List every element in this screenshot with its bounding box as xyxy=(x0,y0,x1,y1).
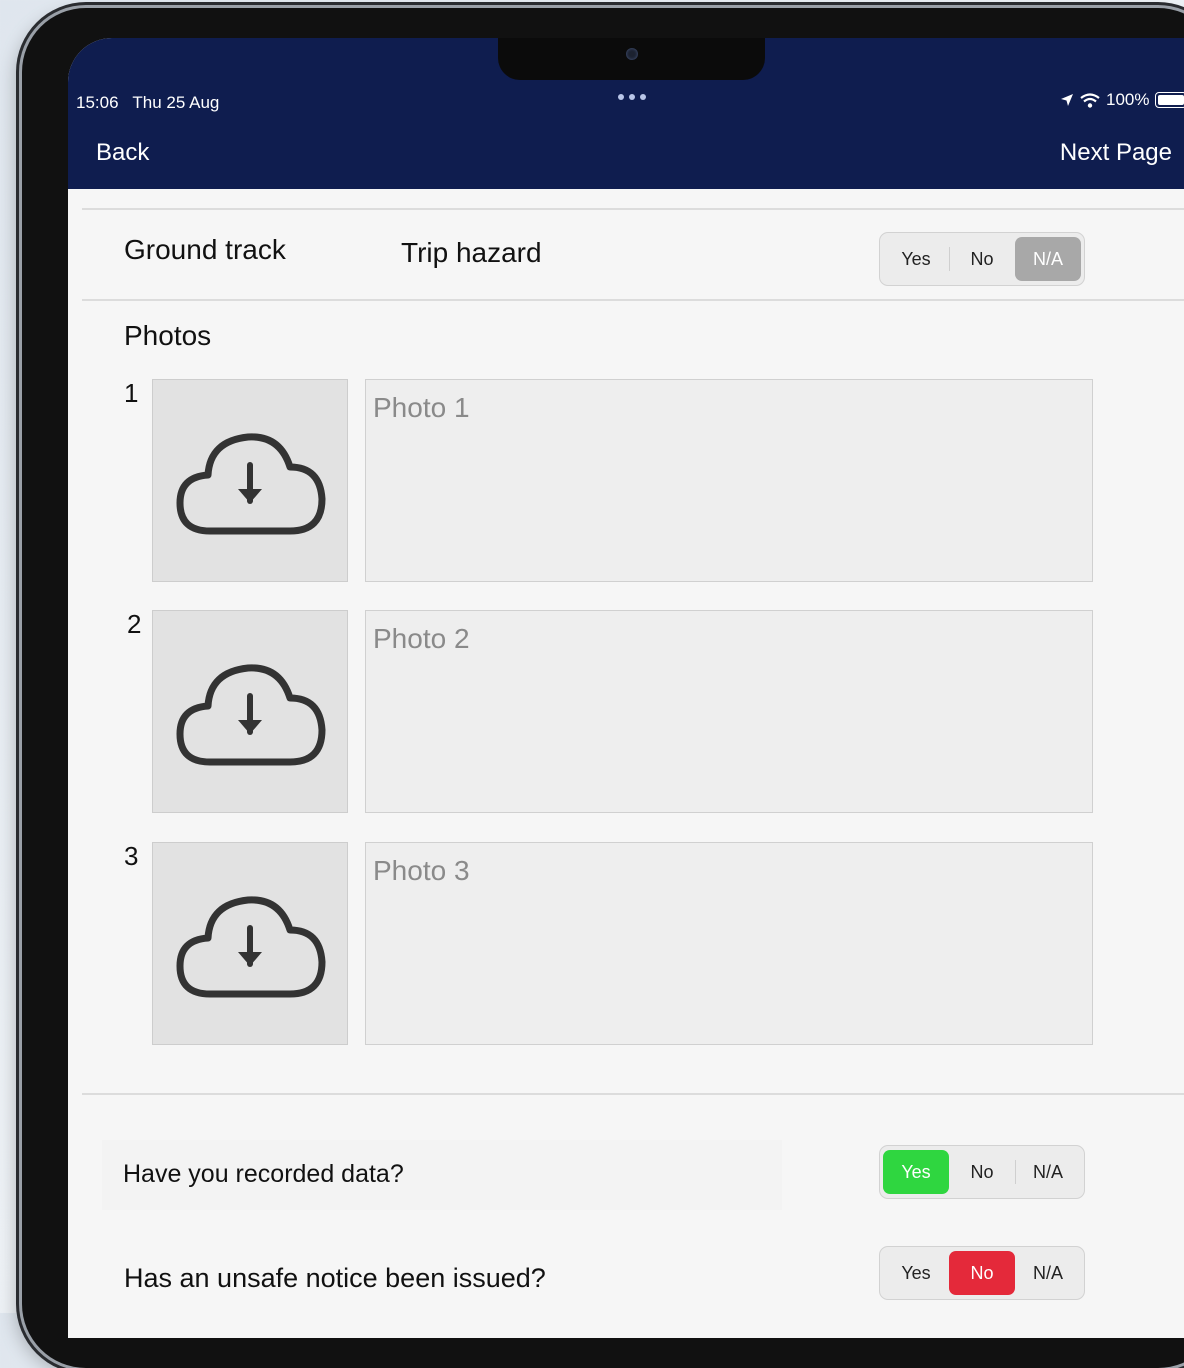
recorded-data-yes-option[interactable]: Yes xyxy=(883,1150,949,1194)
photo-number: 3 xyxy=(124,841,139,871)
trip-hazard-segmented-control[interactable]: Yes No N/A xyxy=(879,232,1085,286)
photo-2-field[interactable] xyxy=(365,610,1093,813)
back-button[interactable]: Back xyxy=(96,139,149,167)
camera-icon xyxy=(626,48,638,60)
location-arrow-icon xyxy=(1061,94,1073,106)
photo-1-field[interactable] xyxy=(365,379,1093,582)
trip-hazard-yes-option[interactable]: Yes xyxy=(883,237,949,281)
photo-number: 1 xyxy=(124,378,139,408)
multitasking-dots-icon[interactable] xyxy=(618,94,646,100)
cloud-download-icon xyxy=(176,432,326,534)
wifi-icon xyxy=(1080,92,1100,108)
photos-title: Photos xyxy=(124,320,212,351)
divider xyxy=(82,299,1184,301)
battery-percent: 100% xyxy=(1106,90,1150,109)
divider xyxy=(82,1093,1184,1095)
divider xyxy=(82,208,1184,210)
photo-number: 2 xyxy=(127,609,142,639)
photo-2-upload-button[interactable] xyxy=(152,610,348,813)
item-label-trip-hazard: Trip hazard xyxy=(401,237,542,268)
navigation-bar: 15:06 Thu 25 Aug 100% Back Next Page xyxy=(68,38,1184,189)
cloud-download-icon xyxy=(176,895,326,997)
question-unsafe-notice-label: Has an unsafe notice been issued? xyxy=(124,1263,546,1293)
photo-1-upload-button[interactable] xyxy=(152,379,348,582)
status-indicators: 100% xyxy=(1060,90,1184,110)
recorded-data-segmented-control[interactable]: Yes No N/A xyxy=(879,1145,1085,1199)
recorded-data-no-option[interactable]: No xyxy=(949,1150,1015,1194)
next-page-button[interactable]: Next Page xyxy=(1060,139,1172,167)
status-time-date: 15:06 Thu 25 Aug xyxy=(76,93,220,112)
photo-3-field[interactable] xyxy=(365,842,1093,1045)
unsafe-notice-no-option[interactable]: No xyxy=(949,1251,1015,1295)
tablet-frame: 15:06 Thu 25 Aug 100% Back Next Page Gro… xyxy=(22,8,1184,1368)
battery-icon xyxy=(1155,92,1184,108)
unsafe-notice-yes-option[interactable]: Yes xyxy=(883,1251,949,1295)
trip-hazard-na-option[interactable]: N/A xyxy=(1015,237,1081,281)
question-recorded-data-label: Have you recorded data? xyxy=(123,1160,404,1188)
photo-3-upload-button[interactable] xyxy=(152,842,348,1045)
screen: 15:06 Thu 25 Aug 100% Back Next Page Gro… xyxy=(68,38,1184,1338)
unsafe-notice-segmented-control[interactable]: Yes No N/A xyxy=(879,1246,1085,1300)
camera-notch xyxy=(498,38,765,80)
unsafe-notice-na-option[interactable]: N/A xyxy=(1015,1251,1081,1295)
section-label-ground-track: Ground track xyxy=(124,234,286,265)
cloud-download-icon xyxy=(176,663,326,765)
recorded-data-na-option[interactable]: N/A xyxy=(1015,1150,1081,1194)
trip-hazard-no-option[interactable]: No xyxy=(949,237,1015,281)
